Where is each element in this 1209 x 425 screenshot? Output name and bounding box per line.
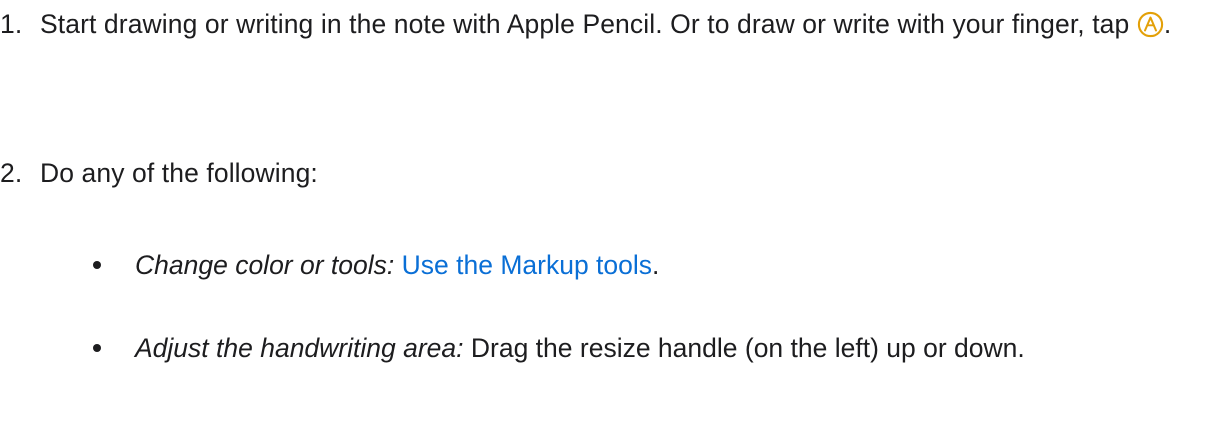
step-text-end: . [1163, 9, 1172, 39]
list-item-label: Change color or tools: [135, 250, 395, 280]
markup-pen-icon [1137, 9, 1164, 49]
step-number: 1. [0, 9, 23, 39]
bullet-dot [93, 261, 101, 269]
step-text: Start drawing or writing in the note wit… [40, 4, 1205, 49]
list-item-text: Adjust the handwriting area: Drag the re… [135, 328, 1205, 368]
step-text-start: Start drawing or writing in the note wit… [40, 9, 1137, 39]
list-item-label: Adjust the handwriting area: [135, 333, 464, 363]
help-article: 1. Start drawing or writing in the note … [0, 0, 1209, 425]
list-item-end: . [652, 250, 660, 280]
bullet-dot [93, 344, 101, 352]
step-number: 2. [0, 158, 23, 188]
step-text: Do any of the following: [40, 158, 318, 188]
list-item-body: Drag the resize handle (on the left) up … [463, 333, 1025, 363]
list-item-text: Change color or tools: Use the Markup to… [135, 245, 1205, 285]
markup-tools-link[interactable]: Use the Markup tools [402, 250, 652, 280]
